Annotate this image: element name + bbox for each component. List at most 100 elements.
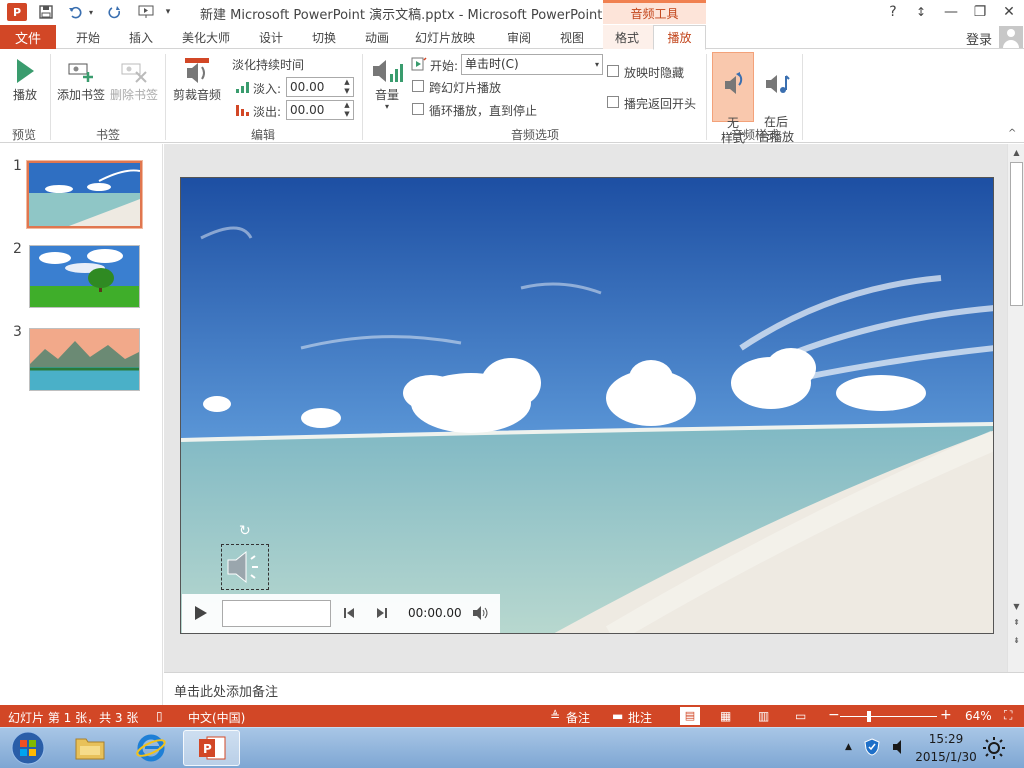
hide-during-show-checkbox[interactable] — [607, 65, 619, 77]
status-bar: 幻灯片 第 1 张，共 3 张 ▯ 中文(中国) ≜ 备注 ▬ 批注 ▤ ▦ ▥… — [0, 705, 1024, 727]
spelling-check-icon[interactable]: ▯ — [156, 709, 163, 723]
powerpoint-logo-icon[interactable]: P — [7, 3, 27, 21]
play-across-slides-checkbox[interactable] — [412, 80, 424, 92]
zoom-slider[interactable] — [840, 711, 937, 722]
no-style-button[interactable]: 无 样式 — [712, 52, 754, 145]
volume-tray-icon[interactable] — [891, 738, 907, 759]
loop-until-stopped-checkbox[interactable] — [412, 103, 424, 115]
tab-slideshow[interactable]: 幻灯片放映 — [405, 25, 485, 49]
fade-out-spinner-icon[interactable]: ▲ ▼ — [341, 101, 353, 119]
audio-forward-button[interactable] — [376, 607, 388, 622]
rewind-after-playing-checkbox[interactable] — [607, 96, 619, 108]
show-hidden-icons-icon[interactable]: ▲ — [845, 742, 852, 752]
taskbar-internet-explorer[interactable] — [122, 730, 179, 766]
audio-play-button[interactable] — [194, 605, 208, 624]
vertical-scrollbar[interactable]: ▲ ▼ ⇞ ⇟ — [1007, 144, 1024, 672]
clock-time[interactable]: 15:29 — [926, 732, 966, 746]
comments-icon[interactable]: ▬ — [612, 709, 623, 723]
tab-review[interactable]: 审阅 — [494, 25, 544, 49]
sign-in-link[interactable]: 登录 — [966, 29, 992, 48]
audio-volume-icon — [473, 606, 488, 620]
remove-bookmark-button[interactable]: 删除书签 — [108, 58, 160, 103]
tab-design[interactable]: 设计 — [246, 25, 296, 49]
audio-player-controls: 00:00.00 — [182, 594, 500, 633]
start-value: 单击时(C) — [465, 57, 519, 71]
scroll-down-icon[interactable]: ▼ — [1010, 602, 1023, 611]
tab-animations[interactable]: 动画 — [352, 25, 402, 49]
rotate-handle-icon[interactable]: ↻ — [239, 523, 251, 539]
start-slideshow-icon[interactable] — [136, 3, 156, 21]
undo-dropdown-icon[interactable]: ▾ — [86, 3, 96, 21]
hide-during-show-label: 放映时隐藏 — [624, 66, 685, 80]
slide-sorter-icon[interactable]: ▦ — [720, 709, 731, 723]
slide-thumbnail-3[interactable] — [29, 328, 140, 391]
tab-file[interactable]: 文件 — [0, 25, 56, 49]
customize-qat-icon[interactable]: ▾ — [162, 3, 174, 21]
group-separator — [50, 54, 51, 140]
zoom-level[interactable]: 64% — [965, 709, 992, 723]
security-shield-icon[interactable] — [864, 738, 880, 759]
normal-view-icon[interactable]: ▤ — [680, 707, 700, 725]
undo-icon[interactable] — [66, 3, 84, 21]
zoom-slider-thumb[interactable] — [867, 711, 871, 722]
collapse-ribbon-icon[interactable]: ^ — [1008, 128, 1016, 139]
notes-toggle-icon[interactable]: ≜ — [550, 709, 560, 723]
play-icon — [17, 59, 34, 83]
current-slide[interactable]: ↻ 00:00.00 — [180, 177, 994, 634]
trim-audio-button[interactable]: 剪裁音频 — [169, 56, 225, 103]
volume-button[interactable]: 音量 ▾ — [368, 56, 406, 111]
fade-out-input[interactable]: 00.00 ▲ ▼ — [286, 100, 354, 120]
tab-insert[interactable]: 插入 — [116, 25, 166, 49]
audio-progress-bar[interactable] — [222, 600, 331, 627]
taskbar-explorer[interactable] — [61, 730, 118, 766]
language-indicator[interactable]: 中文(中国) — [188, 709, 245, 726]
close-button[interactable]: ✕ — [998, 2, 1020, 22]
reading-view-icon[interactable]: ▥ — [758, 709, 769, 723]
tab-home[interactable]: 开始 — [62, 25, 114, 49]
scroll-up-icon[interactable]: ▲ — [1010, 148, 1023, 157]
title-bar: P ▾ ▾ 新建 Microsoft PowerPoint 演示文稿.pptx … — [0, 0, 1024, 25]
ribbon-display-options-button[interactable]: ↕ — [910, 2, 932, 22]
tab-beautify-master[interactable]: 美化大师 — [170, 25, 242, 49]
slideshow-view-icon[interactable]: ▭ — [795, 709, 806, 723]
tab-transitions[interactable]: 切换 — [299, 25, 349, 49]
fade-in-input[interactable]: 00.00 ▲ ▼ — [286, 77, 354, 97]
start-dropdown[interactable]: 单击时(C) ▾ — [461, 54, 603, 75]
add-bookmark-button[interactable]: 添加书签 — [55, 58, 107, 103]
next-slide-icon[interactable]: ⇟ — [1010, 636, 1023, 645]
slide-thumbnail-2[interactable] — [29, 245, 140, 308]
audio-object-selection[interactable] — [221, 544, 269, 590]
redo-icon[interactable] — [106, 3, 124, 21]
volume-dropdown-icon: ▾ — [384, 102, 389, 111]
zoom-in-icon[interactable]: + — [940, 707, 952, 723]
previous-slide-icon[interactable]: ⇞ — [1010, 618, 1023, 627]
tab-playback[interactable]: 播放 — [653, 25, 706, 50]
clock-date[interactable]: 2015/1/30 — [913, 750, 979, 764]
loop-until-stopped-label: 循环播放，直到停止 — [429, 104, 538, 118]
start-button[interactable] — [2, 730, 54, 766]
save-icon[interactable] — [36, 3, 56, 21]
play-button[interactable]: 播放 — [6, 56, 44, 103]
scrollbar-thumb[interactable] — [1010, 162, 1023, 306]
help-button[interactable]: ? — [882, 2, 904, 22]
fit-slide-icon[interactable]: ⛶ — [1004, 708, 1012, 723]
notes-toggle-button[interactable]: 备注 — [566, 709, 590, 726]
notes-pane[interactable]: 单击此处添加备注 — [164, 672, 1024, 705]
minimize-button[interactable]: — — [940, 2, 962, 22]
zoom-out-icon[interactable]: − — [828, 707, 840, 723]
internet-explorer-icon — [135, 734, 166, 762]
remove-bookmark-icon — [121, 63, 147, 83]
tab-view[interactable]: 视图 — [547, 25, 597, 49]
restore-button[interactable]: ❐ — [969, 2, 991, 22]
user-avatar-icon[interactable] — [999, 26, 1023, 48]
brightness-icon[interactable] — [982, 736, 1006, 763]
fade-out-icon — [236, 105, 249, 116]
taskbar-powerpoint[interactable]: P — [183, 730, 240, 766]
group-label-bookmarks: 书签 — [95, 128, 120, 142]
tab-format[interactable]: 格式 — [603, 25, 651, 49]
comments-button[interactable]: 批注 — [628, 709, 652, 726]
slide-thumbnail-1[interactable] — [26, 160, 143, 229]
fade-in-spinner-icon[interactable]: ▲ ▼ — [341, 78, 353, 96]
audio-volume-button[interactable] — [472, 605, 490, 624]
audio-back-button[interactable] — [343, 607, 355, 622]
